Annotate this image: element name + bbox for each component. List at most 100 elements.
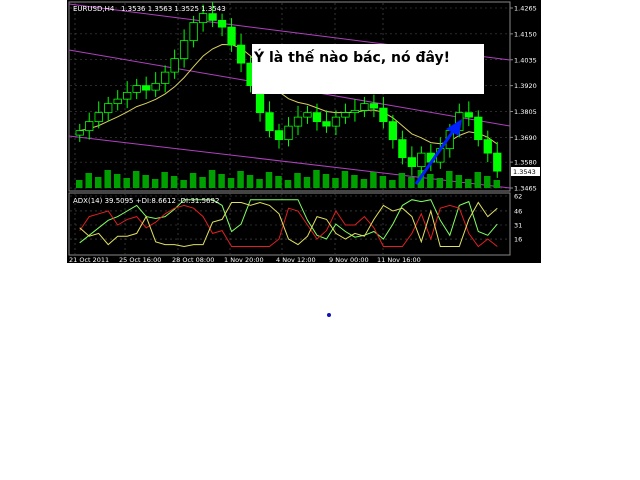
indicator-tick-label: 16 bbox=[514, 236, 522, 244]
indicator-tick-label: 46 bbox=[514, 207, 522, 215]
indicator-tick-label: 31 bbox=[514, 222, 522, 230]
volume-bar bbox=[189, 173, 197, 188]
candle-body bbox=[493, 152, 502, 172]
candle-body bbox=[312, 112, 322, 123]
volume-bar bbox=[446, 171, 453, 188]
price-axis: 1.4265 1.4150 1.4035 1.3920 1.3805 1.3690 1.35… bbox=[510, 5, 537, 193]
time-tick-label: 28 Oct 08:00 bbox=[172, 256, 214, 263]
volume-bar bbox=[360, 179, 368, 188]
candle-body bbox=[123, 91, 132, 100]
candle-body bbox=[189, 22, 198, 42]
trading-chart[interactable]: EURUSD,H4 1.3536 1.3563 1.3525 1.3543 AD… bbox=[67, 0, 541, 264]
volume-bar bbox=[76, 180, 83, 188]
candle-body bbox=[75, 130, 84, 136]
volume-bar bbox=[303, 177, 311, 188]
volume-bar bbox=[484, 176, 491, 188]
volume-bar bbox=[113, 174, 121, 188]
volume-bar bbox=[170, 176, 178, 188]
blue-dot bbox=[327, 313, 331, 317]
volume-bar bbox=[322, 174, 330, 188]
volume-bar bbox=[379, 176, 387, 188]
price-tick-label: 1.3920 bbox=[514, 82, 537, 90]
time-tick-label: 1 Nov 20:00 bbox=[224, 256, 264, 263]
candle-body bbox=[474, 116, 483, 141]
volume-bar bbox=[398, 173, 406, 188]
candle-body bbox=[161, 71, 170, 84]
volume-bar bbox=[294, 173, 301, 188]
main-chart-frame bbox=[68, 1, 511, 192]
candle-body bbox=[217, 19, 227, 28]
volume-bar bbox=[208, 170, 216, 188]
volume-bar bbox=[275, 176, 282, 188]
volume-bar bbox=[370, 172, 377, 188]
candle-body bbox=[369, 103, 379, 109]
price-tick-label: 1.3465 bbox=[514, 185, 537, 193]
volume-bar bbox=[427, 174, 434, 188]
candle-body bbox=[132, 85, 141, 93]
price-tick-label: 1.4035 bbox=[514, 56, 537, 64]
candle-body bbox=[331, 116, 341, 127]
arrow-icon bbox=[414, 119, 462, 185]
time-tick-label: 21 Oct 2011 bbox=[69, 256, 109, 263]
candle-body bbox=[94, 112, 103, 123]
candle-body bbox=[208, 13, 217, 21]
candle-body bbox=[322, 121, 331, 127]
volume-bar bbox=[104, 170, 111, 188]
time-tick-label: 25 Oct 16:00 bbox=[119, 256, 161, 263]
candle-body bbox=[179, 40, 189, 60]
adx-line bbox=[79, 199, 498, 244]
candle-body bbox=[284, 125, 293, 141]
candle-body bbox=[293, 116, 303, 127]
candle-body bbox=[236, 44, 246, 64]
candle-body bbox=[350, 109, 360, 114]
current-price-label: 1.3543 bbox=[513, 168, 536, 176]
volume-bar bbox=[161, 172, 168, 188]
price-tick-label: 1.3580 bbox=[514, 159, 537, 167]
volume-bar bbox=[474, 172, 482, 188]
volume-bar bbox=[313, 170, 320, 188]
volume-bar bbox=[237, 171, 244, 188]
time-tick-label: 4 Nov 12:00 bbox=[276, 256, 316, 263]
price-tick-label: 1.4150 bbox=[514, 30, 537, 38]
candle-body bbox=[227, 26, 236, 46]
candle-body bbox=[379, 107, 388, 123]
volume-bar bbox=[132, 171, 140, 188]
volume-bar bbox=[284, 180, 292, 188]
candle-body bbox=[407, 157, 417, 168]
candle-body bbox=[113, 98, 122, 105]
volume-bar bbox=[455, 175, 463, 188]
candle-body bbox=[303, 112, 312, 118]
volume-bar bbox=[227, 178, 235, 188]
volume-bar bbox=[218, 174, 225, 188]
volume-bar bbox=[408, 177, 415, 188]
candle-body bbox=[388, 121, 398, 141]
candle-body bbox=[198, 13, 208, 24]
candle-body bbox=[483, 139, 492, 154]
candle-body bbox=[142, 85, 151, 91]
volume-bar bbox=[465, 179, 472, 188]
candle-body bbox=[398, 139, 407, 159]
candle-body bbox=[341, 112, 350, 118]
indicator-header: ADX(14) 39.5095 +DI:8.6612 -DI:31.5692 bbox=[73, 197, 219, 205]
volume-bar bbox=[142, 175, 149, 188]
candle-body bbox=[274, 130, 284, 141]
annotation-text: Ý là thế nào bác, nó đây! bbox=[253, 48, 450, 66]
volume-bar bbox=[151, 179, 159, 188]
volume-bar bbox=[180, 180, 187, 188]
candle-body bbox=[170, 58, 179, 73]
time-tick-label: 11 Nov 16:00 bbox=[377, 256, 421, 263]
candle-body bbox=[85, 121, 94, 132]
indicator-axis: 62 46 31 16 bbox=[514, 193, 522, 244]
price-tick-label: 1.4265 bbox=[514, 5, 537, 13]
volume-bar bbox=[351, 175, 358, 188]
volume-bar bbox=[265, 172, 273, 188]
time-axis: 21 Oct 2011 25 Oct 16:00 28 Oct 08:00 1 Nov… bbox=[69, 256, 421, 264]
volume-bar bbox=[85, 173, 92, 188]
chart-canvas: EURUSD,H4 1.3536 1.3563 1.3525 1.3543 AD… bbox=[68, 1, 540, 264]
volume-bar bbox=[246, 175, 254, 188]
volume-bar bbox=[493, 180, 500, 188]
chart-symbol: EURUSD,H4 bbox=[73, 5, 115, 13]
volume-bar bbox=[256, 179, 263, 188]
price-tick-label: 1.3805 bbox=[514, 108, 537, 116]
time-tick-label: 9 Nov 00:00 bbox=[329, 256, 369, 263]
